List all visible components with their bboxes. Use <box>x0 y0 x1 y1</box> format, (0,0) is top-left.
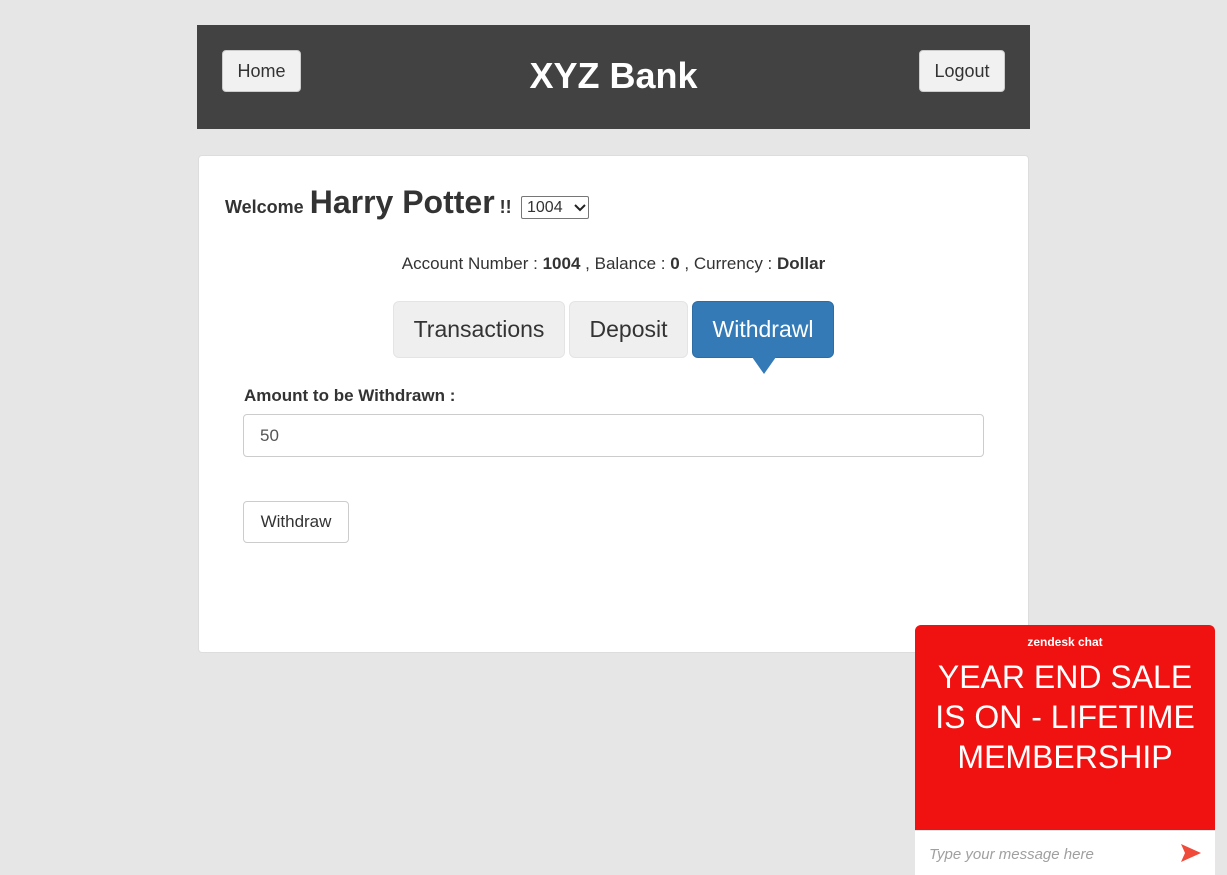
page-title: XYZ Bank <box>529 55 698 96</box>
chevron-down-icon <box>572 201 588 215</box>
chat-widget[interactable]: zendesk chat YEAR END SALE IS ON - LIFET… <box>915 625 1215 875</box>
balance-value: 0 <box>670 254 680 273</box>
welcome-label: Welcome <box>225 197 304 217</box>
chat-input-area <box>915 830 1215 875</box>
account-select[interactable]: 1004 <box>521 196 589 219</box>
tab-deposit[interactable]: Deposit <box>569 301 688 358</box>
welcome-suffix: !! <box>499 197 512 217</box>
account-select-value: 1004 <box>527 198 563 216</box>
currency-value: Dollar <box>777 254 826 273</box>
account-number: 1004 <box>542 254 581 273</box>
balance-label: , Balance : <box>585 254 666 273</box>
app-header: Home XYZ Bank Logout <box>197 25 1030 129</box>
chat-message-input[interactable] <box>927 831 1171 875</box>
amount-input[interactable] <box>243 414 984 457</box>
customer-name: Harry Potter <box>309 184 495 220</box>
active-tab-pointer <box>752 357 776 374</box>
currency-label: , Currency : <box>684 254 773 273</box>
tab-withdrawl-label: Withdrawl <box>712 316 814 342</box>
welcome-line: Welcome Harry Potter !! <box>225 184 512 221</box>
withdraw-button[interactable]: Withdraw <box>243 501 349 543</box>
chat-promo-message: YEAR END SALE IS ON - LIFETIME MEMBERSHI… <box>935 659 1195 775</box>
send-icon[interactable] <box>1179 841 1203 865</box>
logout-button[interactable]: Logout <box>919 50 1005 92</box>
tab-withdrawl[interactable]: Withdrawl <box>692 301 834 374</box>
amount-label: Amount to be Withdrawn : <box>244 386 456 405</box>
account-info: Account Number : 1004 , Balance : 0 , Cu… <box>199 254 1028 274</box>
account-number-label: Account Number : <box>401 254 538 273</box>
tab-transactions[interactable]: Transactions <box>393 301 565 358</box>
chat-brand: zendesk chat <box>1027 635 1103 649</box>
account-panel: Welcome Harry Potter !! 1004 Account Num… <box>198 155 1029 653</box>
